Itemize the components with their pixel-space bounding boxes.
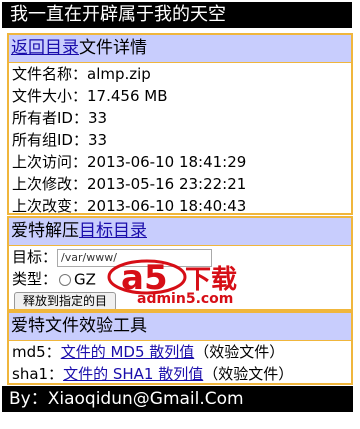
admin5-watermark: a5 下载 admin5.com: [107, 255, 257, 315]
group-id-row: 所有组ID：33: [12, 131, 108, 149]
target-label: 目标：: [12, 248, 58, 266]
gz-radio-label: GZ: [74, 270, 96, 289]
gz-radio[interactable]: [59, 273, 72, 286]
file-details-panel: 返回目录文件详情 文件名称：almp.zip 文件大小：17.456 MB 所有…: [7, 33, 353, 215]
sha1-row: sha1：文件的 SHA1 散列值（效验文件）: [9, 363, 351, 383]
back-to-directory-link[interactable]: 返回目录: [11, 38, 79, 58]
file-details-header: 返回目录文件详情: [9, 35, 351, 63]
file-details-title: 文件详情: [79, 38, 147, 58]
sha1-suffix: （效验文件）: [203, 365, 294, 383]
md5-row: md5：文件的 MD5 散列值（效验文件）: [9, 341, 351, 363]
file-size-row: 文件大小：17.456 MB: [12, 87, 168, 105]
extract-header: 爱特解压目标目录: [9, 218, 351, 246]
last-changed-row: 上次改变：2013-06-10 18:40:43: [12, 197, 247, 215]
file-name-row: 文件名称：almp.zip: [12, 65, 151, 83]
md5-label: md5：: [12, 343, 61, 361]
extract-title: 爱特解压: [11, 221, 79, 241]
sha1-link[interactable]: 文件的 SHA1 散列值: [63, 365, 203, 383]
verify-header: 爱特文件效验工具: [9, 313, 351, 341]
extract-button[interactable]: 释放到指定的目: [14, 292, 117, 309]
owner-id-row: 所有者ID：33: [12, 109, 108, 127]
footer: By：Xiaoqidun@Gmail.Com: [2, 386, 353, 412]
page-title: 我一直在开辟属于我的天空: [2, 2, 352, 28]
watermark-site-text: admin5.com: [137, 291, 234, 307]
verify-panel: 爱特文件效验工具 md5：文件的 MD5 散列值（效验文件） sha1：文件的 …: [7, 311, 353, 385]
sha1-label: sha1：: [12, 365, 64, 383]
last-access-row: 上次访问：2013-06-10 18:41:29: [12, 153, 247, 171]
type-label: 类型：: [12, 270, 58, 288]
last-modified-row: 上次修改：2013-05-16 23:22:21: [12, 175, 247, 193]
md5-link[interactable]: 文件的 MD5 散列值: [61, 343, 195, 361]
target-directory-link[interactable]: 目标目录: [79, 221, 147, 241]
md5-suffix: （效验文件）: [194, 343, 285, 361]
